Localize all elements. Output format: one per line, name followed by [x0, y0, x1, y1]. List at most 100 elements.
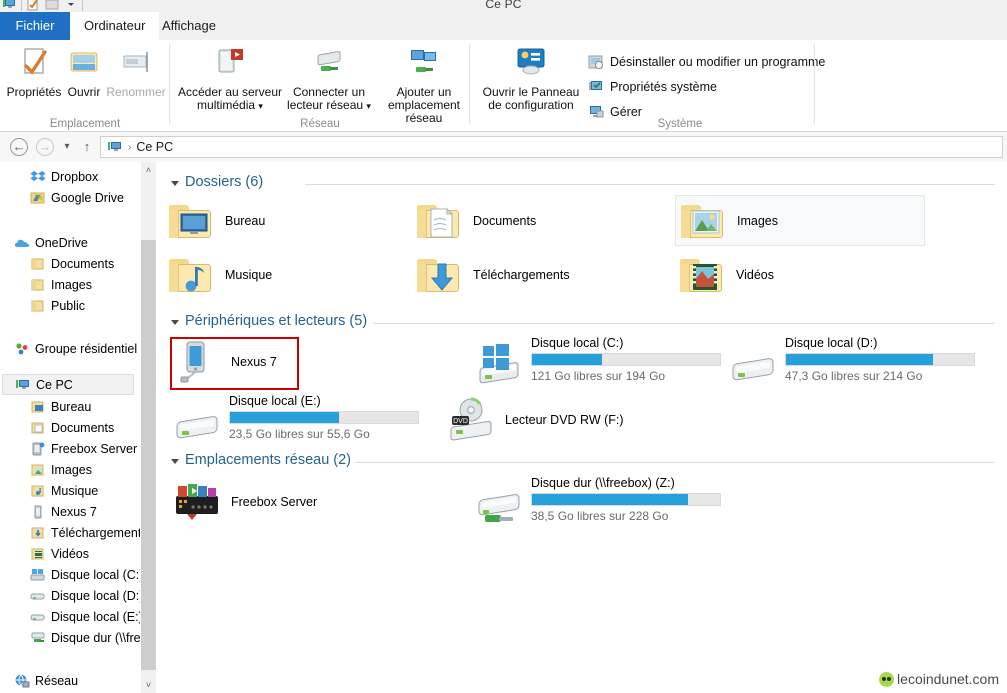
item-telechargements[interactable]: Téléchargements — [415, 252, 660, 297]
recent-locations-button[interactable]: ▾ — [58, 134, 76, 160]
chevron-down-icon — [171, 319, 179, 325]
sidebar-label: Musique — [51, 483, 99, 498]
items-view[interactable]: Dossiers (6) Bureau Documents Images Mus… — [157, 162, 1007, 693]
sidebar-item-dropbox[interactable]: Dropbox — [30, 166, 98, 187]
item-freebox-server[interactable]: Freebox Server — [173, 478, 423, 526]
rename-button: Renommer — [106, 46, 166, 99]
music-folder-icon — [30, 483, 46, 499]
sidebar-label: Images — [51, 462, 92, 477]
sidebar-item-images-onedrive[interactable]: Images — [30, 274, 92, 295]
sidebar-item-onedrive[interactable]: OneDrive — [14, 232, 88, 253]
manage-label: Gérer — [610, 105, 642, 119]
navigation-pane[interactable]: Dropbox Google Drive OneDrive Documents — [0, 162, 140, 693]
tab-affichage[interactable]: Affichage — [148, 12, 230, 40]
sidebar-item-disque-local-c[interactable]: Disque local (C:) — [30, 564, 140, 585]
item-disque-local-e[interactable]: Disque local (E:) 23,5 Go libres sur 55,… — [173, 392, 419, 448]
map-network-drive-button[interactable]: Connecter un lecteur réseau ▾ — [286, 46, 372, 113]
sidebar-item-images[interactable]: Images — [30, 459, 92, 480]
documents-folder-icon — [415, 197, 463, 245]
sidebar-item-reseau[interactable]: Réseau — [14, 670, 78, 691]
sidebar-label: Freebox Server — [51, 441, 138, 456]
open-button[interactable]: Ouvrir — [62, 46, 106, 99]
drive-free-space: 47,3 Go libres sur 214 Go — [785, 369, 923, 383]
media-server-button[interactable]: Accéder au serveur multimédia ▾ — [176, 46, 284, 113]
network-drive-icon — [475, 482, 523, 530]
sidebar-item-disque-dur-freebox[interactable]: Disque dur (\\fre — [30, 627, 140, 648]
forward-button[interactable]: → — [32, 134, 58, 160]
freebox-server-icon — [173, 478, 221, 526]
item-documents[interactable]: Documents — [415, 198, 660, 243]
sidebar-item-google-drive[interactable]: Google Drive — [30, 187, 124, 208]
capacity-fill — [230, 412, 340, 423]
item-label: Documents — [473, 213, 537, 228]
section-header-dossiers[interactable]: Dossiers (6) — [171, 174, 263, 190]
item-bureau[interactable]: Bureau — [167, 198, 412, 243]
ribbon-group-reseau: Accéder au serveur multimédia ▾ Connecte… — [170, 40, 470, 132]
sidebar-item-disque-local-d[interactable]: Disque local (D:) — [30, 585, 140, 606]
breadcrumb-ce-pc[interactable]: Ce PC — [136, 140, 173, 154]
tab-ordinateur[interactable]: Ordinateur — [70, 12, 160, 40]
system-drive-icon — [475, 342, 523, 390]
this-pc-icon — [107, 139, 123, 155]
scrollbar-thumb[interactable] — [141, 240, 156, 670]
system-properties-button[interactable]: Propriétés système — [588, 79, 717, 95]
sidebar-item-videos[interactable]: Vidéos — [30, 543, 89, 564]
uninstall-program-button[interactable]: Désinstaller ou modifier un programme — [588, 54, 825, 70]
item-musique[interactable]: Musique — [167, 252, 412, 297]
control-panel-button[interactable]: Ouvrir le Panneau de configuration — [478, 46, 584, 112]
capacity-bar — [531, 493, 721, 506]
scroll-down-arrow[interactable]: ˅ — [141, 677, 156, 693]
section-title: Emplacements réseau (2) — [185, 452, 352, 468]
item-nexus-7[interactable]: Nexus 7 — [173, 338, 293, 386]
properties-label: Propriétés — [6, 85, 62, 99]
this-pc-icon — [15, 377, 31, 393]
item-disque-local-c[interactable]: Disque local (C:) 121 Go libres sur 194 … — [475, 334, 721, 390]
sidebar-item-documents[interactable]: Documents — [30, 417, 114, 438]
sidebar-item-disque-local-e[interactable]: Disque local (E:) — [30, 606, 140, 627]
sidebar-item-homegroup[interactable]: Groupe résidentiel — [14, 338, 137, 359]
sidebar-item-bureau[interactable]: Bureau — [30, 396, 91, 417]
sidebar-label: Téléchargements — [51, 525, 140, 540]
capacity-fill — [786, 354, 933, 365]
item-label: Images — [737, 213, 778, 228]
section-header-peripheriques[interactable]: Périphériques et lecteurs (5) — [171, 313, 367, 329]
add-network-location-button[interactable]: Ajouter un emplacement réseau — [374, 46, 474, 125]
item-videos[interactable]: Vidéos — [675, 252, 920, 297]
drive-icon — [173, 400, 221, 448]
back-button[interactable]: ← — [6, 134, 32, 160]
item-images[interactable]: Images — [675, 195, 925, 246]
sidebar-item-public[interactable]: Public — [30, 295, 85, 316]
navigation-scrollbar[interactable]: ˄ ˅ — [141, 162, 156, 693]
drive-free-space: 38,5 Go libres sur 228 Go — [531, 509, 669, 523]
drive-name: Disque local (C:) — [531, 336, 624, 350]
map-network-drive-label: Connecter un lecteur réseau — [287, 85, 366, 112]
item-disque-dur-freebox[interactable]: Disque dur (\\freebox) (Z:) 38,5 Go libr… — [475, 474, 721, 530]
up-button[interactable]: ↑ — [76, 134, 98, 160]
onedrive-icon — [14, 235, 30, 251]
sidebar-item-freebox-server[interactable]: Freebox Server — [30, 438, 137, 459]
sidebar-item-ce-pc[interactable]: Ce PC — [2, 374, 134, 395]
svg-text:DVD: DVD — [453, 418, 468, 425]
address-input[interactable]: › Ce PC — [100, 136, 1003, 158]
section-header-reseau[interactable]: Emplacements réseau (2) — [171, 452, 351, 468]
group-divider-3 — [814, 44, 815, 124]
item-lecteur-dvd[interactable]: DVD Lecteur DVD RW (F:) — [447, 396, 697, 444]
item-label: Vidéos — [736, 267, 774, 282]
network-icon — [14, 673, 30, 689]
sidebar-item-nexus-7[interactable]: Nexus 7 — [30, 501, 97, 522]
pictures-folder-icon — [30, 462, 46, 478]
tab-fichier[interactable]: Fichier — [0, 12, 70, 40]
item-label: Bureau — [225, 213, 266, 228]
folder-icon — [30, 256, 46, 272]
item-disque-local-d[interactable]: Disque local (D:) 47,3 Go libres sur 214… — [729, 334, 975, 390]
media-server-icon — [176, 46, 284, 81]
breadcrumb-separator: › — [128, 141, 132, 153]
scroll-up-arrow[interactable]: ˄ — [141, 162, 156, 178]
sidebar-item-documents-onedrive[interactable]: Documents — [30, 253, 114, 274]
green-face-icon — [879, 671, 895, 687]
sidebar-item-telechargements[interactable]: Téléchargements — [30, 522, 140, 543]
sidebar-item-musique[interactable]: Musique — [30, 480, 98, 501]
drive-name: Disque local (D:) — [785, 336, 878, 350]
phone-icon — [30, 504, 46, 520]
properties-button[interactable]: Propriétés — [6, 46, 62, 99]
